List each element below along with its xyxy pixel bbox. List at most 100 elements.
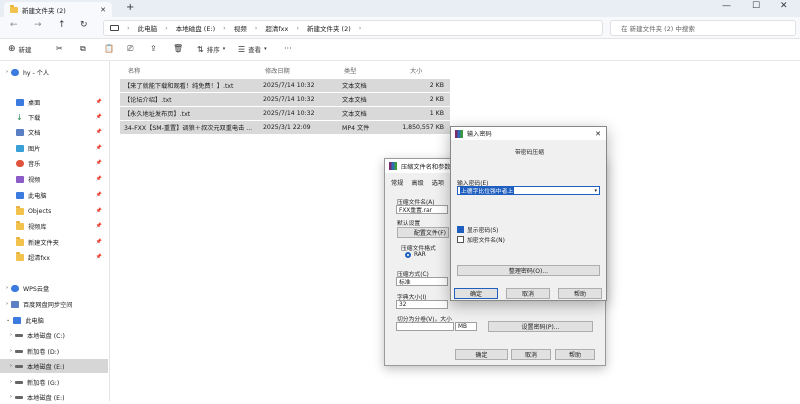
sidebar-item-fxx[interactable]: 超清fxx 📌	[0, 250, 108, 264]
new-button[interactable]: ⊕ 新建	[8, 44, 32, 54]
forward-button[interactable]: →	[34, 20, 42, 30]
sort-button[interactable]: ⇅ 排序 ▾	[197, 44, 225, 55]
paste-icon[interactable]: 📋	[104, 44, 114, 53]
organize-passwords-button[interactable]: 整理密码(O)...	[457, 265, 600, 276]
sidebar-item-label: 音乐	[28, 160, 41, 168]
up-button[interactable]: ↑	[58, 20, 66, 30]
tab-current[interactable]: 新建文件夹 (2) ✕	[4, 2, 112, 17]
sidebar-item-drive-e[interactable]: › 本地磁盘 (E:)	[0, 359, 108, 373]
encrypt-names-checkbox[interactable]: 加密文件名(N)	[457, 235, 505, 244]
file-name: 34-FXX【SM-重置】调狼＋叔次元双重电击 ...	[124, 125, 253, 132]
sidebar-item-videolib[interactable]: 视频库 📌	[0, 219, 108, 233]
chevron-right-icon: ›	[10, 363, 12, 369]
password-help-button[interactable]: 帮助	[558, 288, 602, 299]
back-button[interactable]: ←	[10, 20, 18, 30]
archive-ok-label: 确定	[475, 352, 488, 359]
split-size-input[interactable]	[396, 322, 454, 331]
sidebar-item-pictures[interactable]: 图片 📌	[0, 141, 108, 155]
sidebar-item-thispc[interactable]: ⌄ 此电脑	[0, 313, 108, 327]
column-header-type[interactable]: 类型	[344, 66, 356, 75]
chevron-right-icon: ›	[10, 394, 12, 400]
search-input[interactable]: 在 新建文件夹 (2) 中搜索	[610, 20, 796, 36]
column-header-size[interactable]: 大小	[410, 66, 422, 75]
desktop-icon	[16, 98, 24, 106]
sidebar-item-newfolder[interactable]: 新建文件夹 📌	[0, 235, 108, 249]
tab-general[interactable]: 常规	[391, 178, 403, 187]
file-row[interactable]: 【永久地址发布页】.txt 2025/7/14 10:32 文本文档 1 KB	[120, 107, 450, 120]
show-password-checkbox[interactable]: 显示密码(S)	[457, 225, 498, 234]
sidebar-item-documents[interactable]: 文档 📌	[0, 125, 108, 139]
sidebar-item-drive-e2[interactable]: › 本地磁盘 (E:)	[0, 390, 108, 404]
drive-icon	[15, 349, 23, 353]
breadcrumb-item[interactable]: 本地磁盘 (E:)	[176, 23, 215, 33]
profiles-button[interactable]: 配置文件(F)	[397, 227, 449, 238]
pin-icon: 📌	[95, 145, 102, 151]
sidebar-item-drive-c[interactable]: › 本地磁盘 (C:)	[0, 328, 108, 342]
sidebar-item-thispc-quick[interactable]: 此电脑 📌	[0, 188, 108, 202]
file-row[interactable]: 【来了就能下载和观看！纯免费！】.txt 2025/7/14 10:32 文本文…	[120, 79, 450, 92]
delete-icon[interactable]: 🗑	[173, 44, 183, 53]
sidebar-item-videos[interactable]: 视频 📌	[0, 172, 108, 186]
breadcrumb-item[interactable]: 此电脑	[138, 23, 158, 33]
sidebar-item-wps[interactable]: › WPS云盘	[0, 281, 108, 295]
chevron-right-icon: ›	[10, 348, 12, 354]
tab-options[interactable]: 选项	[432, 178, 444, 187]
view-button[interactable]: ☰ 查看 ▾	[238, 44, 267, 55]
more-button[interactable]: ···	[284, 44, 292, 53]
password-cancel-label: 取消	[521, 291, 534, 298]
chevron-right-icon: ›	[10, 379, 12, 385]
share-icon[interactable]: ⇪	[150, 44, 157, 53]
method-select[interactable]: 标准	[396, 277, 448, 286]
maximize-button[interactable]: ☐	[752, 1, 760, 11]
tab-close-icon[interactable]: ✕	[100, 6, 106, 14]
file-date: 2025/7/14 10:32	[263, 110, 315, 117]
file-row[interactable]: 34-FXX【SM-重置】调狼＋叔次元双重电击 ... 2025/3/1 22:…	[120, 121, 450, 134]
folder-icon	[16, 252, 24, 261]
tab-advanced[interactable]: 高级	[411, 178, 423, 187]
command-bar	[0, 39, 800, 61]
chevron-right-icon: ›	[6, 69, 8, 75]
column-header-date[interactable]: 修改日期	[265, 66, 290, 75]
video-icon	[16, 175, 24, 183]
set-password-button[interactable]: 设置密码(P)...	[488, 321, 593, 332]
archive-help-button[interactable]: 帮助	[555, 349, 595, 360]
rename-icon[interactable]: ⎚	[127, 44, 133, 54]
minimize-button[interactable]: —	[722, 1, 731, 11]
password-dialog-titlebar: 输入密码 ✕	[451, 127, 606, 140]
sidebar-item-label: 此电脑	[25, 317, 44, 325]
password-cancel-button[interactable]: 取消	[506, 288, 550, 299]
password-input[interactable]: 上德字比位强中者上 ▾	[457, 186, 600, 195]
format-label: 压缩文件格式	[401, 246, 436, 252]
dict-select[interactable]: 32	[396, 300, 448, 309]
breadcrumb[interactable]: › 此电脑 › 本地磁盘 (E:) › 视频 › 超清fxx › 新建文件夹 (2) ›	[103, 20, 603, 36]
sidebar-item-drive-g[interactable]: › 新加卷 (G:)	[0, 375, 108, 389]
archive-ok-button[interactable]: 确定	[455, 349, 508, 360]
sidebar-item-downloads[interactable]: ↓ 下载 📌	[0, 110, 108, 124]
organize-label: 整理密码(O)...	[508, 268, 549, 275]
format-rar-radio[interactable]: RAR	[405, 252, 426, 258]
column-header-name[interactable]: 名称	[128, 66, 140, 75]
breadcrumb-item[interactable]: 超清fxx	[265, 23, 288, 33]
file-row[interactable]: 【论坛介绍】.txt 2025/7/14 10:32 文本文档 2 KB	[120, 93, 450, 106]
sidebar-item-music[interactable]: 音乐 📌	[0, 156, 108, 170]
sidebar-item-desktop[interactable]: 桌面 📌	[0, 95, 108, 109]
sidebar-item-label: 桌面	[28, 99, 41, 107]
breadcrumb-item[interactable]: 新建文件夹 (2)	[307, 23, 351, 33]
chevron-down-icon: ▾	[264, 46, 267, 52]
refresh-button[interactable]: ↻	[80, 20, 88, 30]
sidebar-item-drive-d[interactable]: › 新加卷 (D:)	[0, 344, 108, 358]
sidebar-item-label: 视频库	[28, 223, 47, 231]
copy-icon[interactable]: ⧉	[80, 44, 86, 54]
close-icon[interactable]: ✕	[595, 130, 601, 138]
archive-cancel-button[interactable]: 取消	[511, 349, 551, 360]
split-unit-select[interactable]: MB	[455, 322, 477, 331]
cut-icon[interactable]: ✂	[56, 44, 63, 53]
sidebar-item-objects[interactable]: Objects 📌	[0, 204, 108, 218]
sidebar-item-baidu[interactable]: › 百度网盘同步空间	[0, 297, 108, 311]
password-ok-button[interactable]: 确定	[454, 288, 498, 299]
new-tab-button[interactable]: +	[126, 2, 134, 13]
breadcrumb-item[interactable]: 视频	[234, 23, 247, 33]
sidebar-item-user[interactable]: › hy - 个人	[0, 65, 108, 79]
archive-name-input[interactable]: FXX重置.rar	[396, 205, 448, 214]
close-window-button[interactable]: ✕	[780, 1, 788, 11]
